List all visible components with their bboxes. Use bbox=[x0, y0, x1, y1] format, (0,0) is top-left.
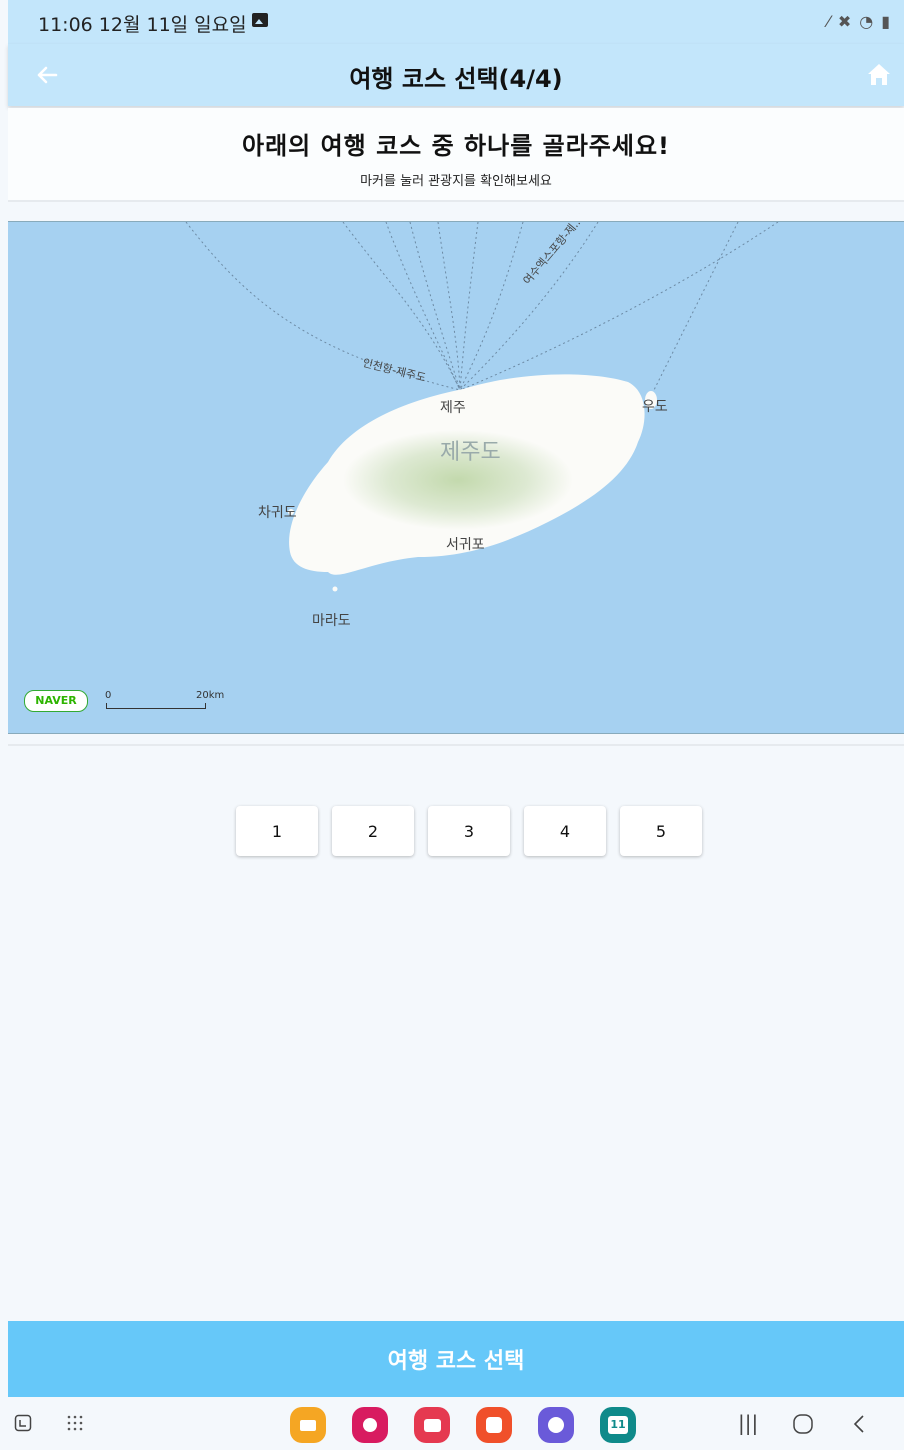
map-label-chagwido: 차귀도 bbox=[258, 505, 297, 521]
map-view[interactable]: 인천항-제주도 여수엑스포항-제... 제주 우도 제주도 차귀도 서귀포 마라… bbox=[8, 221, 904, 734]
calendar-app-icon[interactable]: 11 bbox=[600, 1407, 636, 1443]
page-title: 여행 코스 선택(4/4) bbox=[349, 65, 563, 93]
notes-app-icon[interactable] bbox=[476, 1407, 512, 1443]
marado-island bbox=[332, 586, 338, 592]
home-icon bbox=[868, 64, 890, 85]
camera-app-icon[interactable] bbox=[414, 1407, 450, 1443]
system-nav-bar: 11 ||| bbox=[8, 1397, 904, 1450]
course-button-5[interactable]: 5 bbox=[620, 806, 702, 856]
island-shapes bbox=[288, 374, 657, 592]
home-button[interactable] bbox=[862, 58, 896, 92]
course-button-4[interactable]: 4 bbox=[524, 806, 606, 856]
map-label-marado: 마라도 bbox=[312, 613, 351, 629]
status-icons: ⁄ ✖ ◔ ▮ bbox=[827, 10, 890, 32]
map-canvas bbox=[185, 222, 779, 592]
mute-icon: ✖ bbox=[837, 11, 852, 31]
course-button-2[interactable]: 2 bbox=[332, 806, 414, 856]
back-nav-button[interactable] bbox=[850, 1413, 870, 1435]
ferry-routes bbox=[185, 222, 779, 403]
battery-icon: ▮ bbox=[881, 11, 890, 31]
status-bar: 11:06 12월 11일 일요일 ⁄ ✖ ◔ ▮ bbox=[8, 0, 904, 44]
course-button-1[interactable]: 1 bbox=[236, 806, 318, 856]
recent-apps-button[interactable]: ||| bbox=[738, 1411, 758, 1435]
instruction-card: 아래의 여행 코스 중 하나를 골라주세요! 마커를 눌러 관광지를 확인해보세… bbox=[8, 108, 904, 202]
divider bbox=[8, 744, 904, 746]
naver-logo[interactable]: NAVER bbox=[24, 690, 88, 712]
map-label-seogwipo: 서귀포 bbox=[446, 537, 485, 553]
scale-zero-label: 0 bbox=[105, 690, 112, 701]
app-screen: 11:06 12월 11일 일요일 ⁄ ✖ ◔ ▮ 여행 코스 선택(4/4) … bbox=[8, 0, 904, 1450]
app-bar: 여행 코스 선택(4/4) bbox=[8, 44, 904, 106]
instruction-heading: 아래의 여행 코스 중 하나를 골라주세요! bbox=[241, 132, 670, 160]
flower-app-icon[interactable] bbox=[352, 1407, 388, 1443]
pen-icon: ⁄ bbox=[827, 11, 830, 31]
map-label-udo: 우도 bbox=[642, 399, 668, 415]
map-label-jeju-city: 제주 bbox=[440, 400, 466, 416]
course-button-row: 1 2 3 4 5 bbox=[236, 806, 702, 858]
status-time: 11:06 12월 11일 일요일 bbox=[38, 14, 247, 36]
browser-app-icon[interactable] bbox=[538, 1407, 574, 1443]
gallery-notification-icon bbox=[252, 13, 268, 27]
app-dock: 11 bbox=[290, 1407, 636, 1443]
select-course-button[interactable]: 여행 코스 선택 bbox=[8, 1321, 904, 1397]
wifi-icon: ◔ bbox=[859, 11, 874, 31]
folder-app-icon[interactable] bbox=[290, 1407, 326, 1443]
map-label-jejudo: 제주도 bbox=[440, 440, 501, 465]
scale-max-label: 20km bbox=[196, 690, 225, 701]
map-scale-bar bbox=[106, 703, 206, 709]
home-nav-button[interactable] bbox=[792, 1413, 814, 1435]
app-drawer-icon[interactable] bbox=[66, 1414, 84, 1432]
instruction-subheading: 마커를 눌러 관광지를 확인해보세요 bbox=[360, 174, 552, 189]
calendar-day: 11 bbox=[608, 1416, 628, 1434]
taskbar-recent-icon[interactable] bbox=[14, 1414, 32, 1432]
course-button-3[interactable]: 3 bbox=[428, 806, 510, 856]
